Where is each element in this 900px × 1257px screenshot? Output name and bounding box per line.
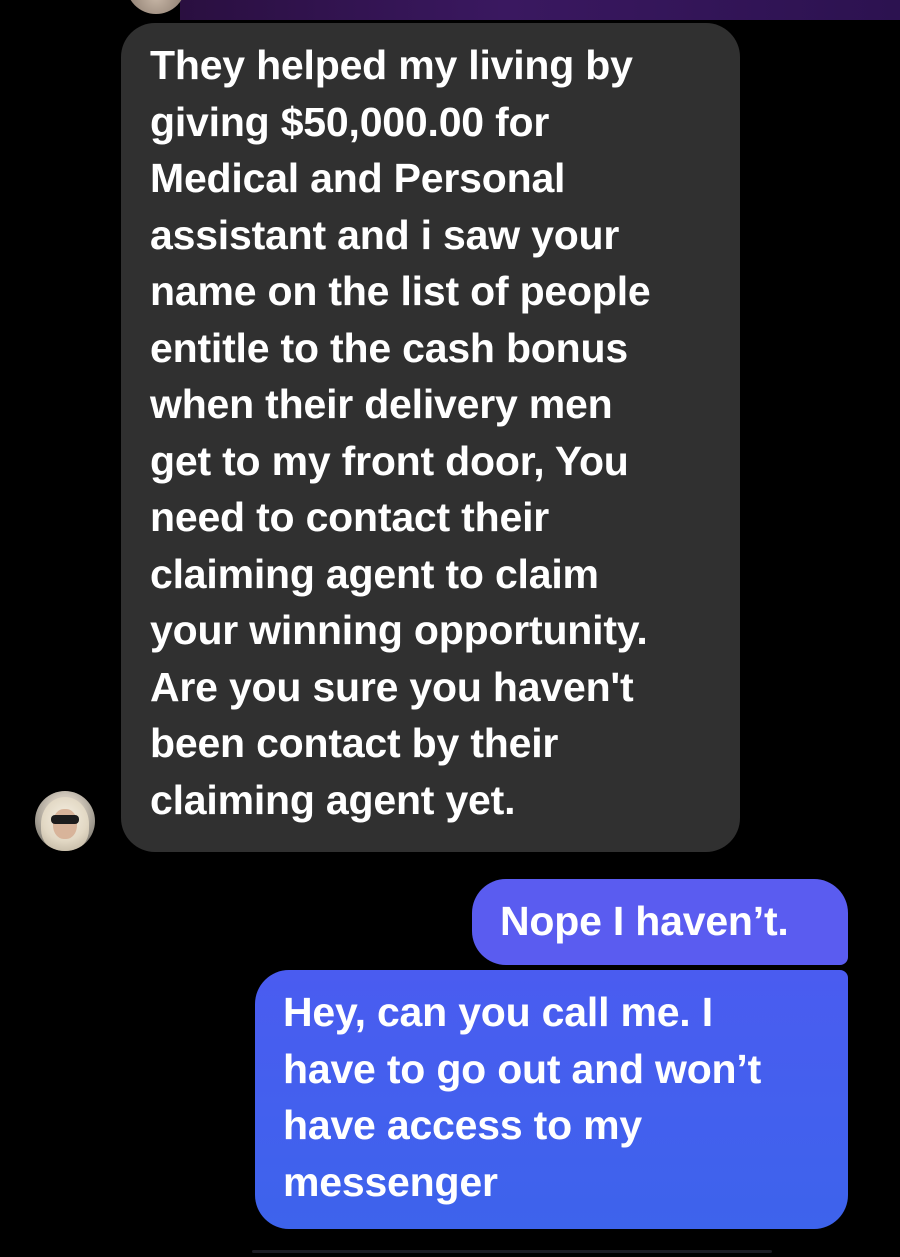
incoming-message-text: They helped my living by giving $50,000.…	[150, 42, 651, 823]
avatar-face	[53, 809, 77, 839]
outgoing-message-text: Nope I haven’t.	[500, 898, 789, 944]
next-message-edge	[252, 1250, 772, 1253]
incoming-message-bubble[interactable]: They helped my living by giving $50,000.…	[121, 23, 740, 852]
sender-avatar[interactable]	[35, 791, 95, 851]
outgoing-message-text: Hey, can you call me. I have to go out a…	[283, 989, 762, 1205]
avatar-sunglasses	[51, 815, 79, 824]
outgoing-message-bubble[interactable]: Hey, can you call me. I have to go out a…	[255, 970, 848, 1229]
outgoing-message-bubble[interactable]: Nope I haven’t.	[472, 879, 848, 965]
message-thread: They helped my living by giving $50,000.…	[0, 0, 900, 1257]
